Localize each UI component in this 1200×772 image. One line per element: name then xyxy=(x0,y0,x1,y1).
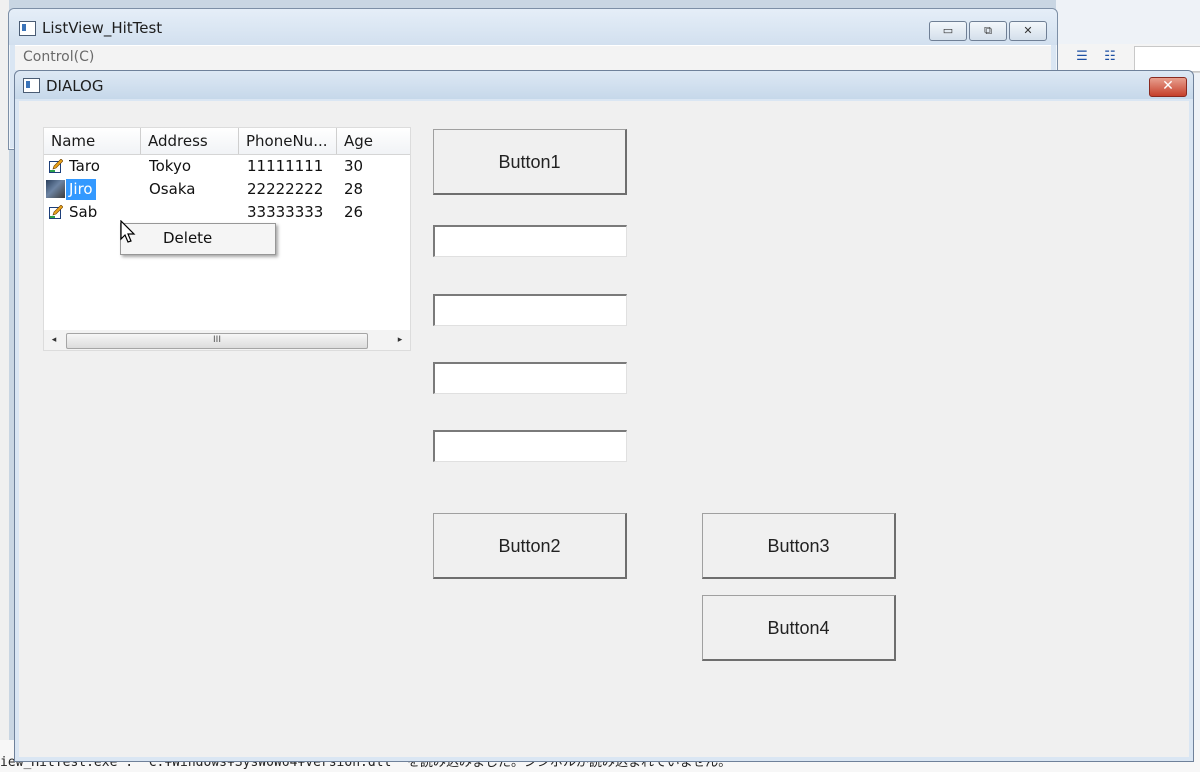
mouse-cursor-icon xyxy=(120,220,136,243)
column-header-name[interactable]: Name xyxy=(44,128,141,154)
button1[interactable]: Button1 xyxy=(433,129,627,195)
edit-field-2[interactable] xyxy=(433,294,627,326)
cell-address: Tokyo xyxy=(149,157,191,175)
button3[interactable]: Button3 xyxy=(702,513,896,579)
cell-name: Taro xyxy=(69,157,100,175)
pencil-icon xyxy=(49,159,63,173)
restore-button[interactable]: ⧉ xyxy=(969,21,1007,41)
cell-age: 30 xyxy=(344,157,364,175)
background-combo-box[interactable] xyxy=(1134,46,1200,72)
context-menu-item-delete[interactable]: Delete xyxy=(163,229,212,247)
button4[interactable]: Button4 xyxy=(702,595,896,661)
minimize-button[interactable]: ▭ xyxy=(929,21,967,41)
table-row[interactable]: Sab 33333333 26 xyxy=(44,201,410,224)
dialog-close-button[interactable]: ✕ xyxy=(1149,77,1187,97)
scroll-left-icon[interactable]: ◂ xyxy=(48,334,60,346)
table-row-selected[interactable]: Jiro Osaka 22222222 28 xyxy=(44,178,410,201)
edit-field-1[interactable] xyxy=(433,225,627,257)
column-header-age[interactable]: Age xyxy=(337,128,410,154)
menu-bar: Control(C) xyxy=(15,45,1051,70)
app-window-icon[interactable] xyxy=(19,21,36,36)
edit-field-4[interactable] xyxy=(433,430,627,462)
dialog-client-area: Name Address PhoneNu... Age Taro Tokyo 1… xyxy=(19,101,1189,757)
cell-age: 28 xyxy=(344,180,364,198)
pencil-icon xyxy=(49,205,63,219)
table-row[interactable]: Taro Tokyo 11111111 30 xyxy=(44,155,410,178)
list-header: Name Address PhoneNu... Age xyxy=(44,128,410,155)
list-view[interactable]: Name Address PhoneNu... Age Taro Tokyo 1… xyxy=(43,127,411,351)
dialog-window: DIALOG ✕ Name Address PhoneNu... Age Tar… xyxy=(14,70,1194,762)
menu-item-control[interactable]: Control(C) xyxy=(23,49,94,65)
cell-phone: 22222222 xyxy=(247,180,324,198)
photo-icon xyxy=(46,180,65,198)
cell-address: Osaka xyxy=(149,180,196,198)
dialog-window-icon[interactable] xyxy=(23,78,40,93)
cell-name: Jiro xyxy=(66,179,96,200)
button2[interactable]: Button2 xyxy=(433,513,627,579)
dialog-title: DIALOG xyxy=(46,77,104,95)
outdent-icon[interactable]: ☷ xyxy=(1102,48,1118,66)
main-titlebar[interactable]: ListView_HitTest ▭ ⧉ ✕ xyxy=(9,9,1057,45)
column-header-phone[interactable]: PhoneNu... xyxy=(239,128,337,154)
scroll-thumb[interactable]: III xyxy=(66,333,368,349)
indent-icon[interactable]: ☰ xyxy=(1074,48,1090,66)
cell-name: Sab xyxy=(69,203,98,221)
cell-phone: 33333333 xyxy=(247,203,324,221)
cell-age: 26 xyxy=(344,203,364,221)
column-header-address[interactable]: Address xyxy=(141,128,239,154)
context-menu: Delete xyxy=(120,223,276,255)
cell-phone: 11111111 xyxy=(247,157,324,175)
scroll-right-icon[interactable]: ▸ xyxy=(394,334,406,346)
edit-field-3[interactable] xyxy=(433,362,627,394)
dialog-titlebar[interactable]: DIALOG ✕ xyxy=(15,71,1193,99)
main-close-button[interactable]: ✕ xyxy=(1009,21,1047,41)
main-window-title: ListView_HitTest xyxy=(42,19,163,37)
horizontal-scrollbar[interactable]: ◂ III ▸ xyxy=(44,330,410,350)
